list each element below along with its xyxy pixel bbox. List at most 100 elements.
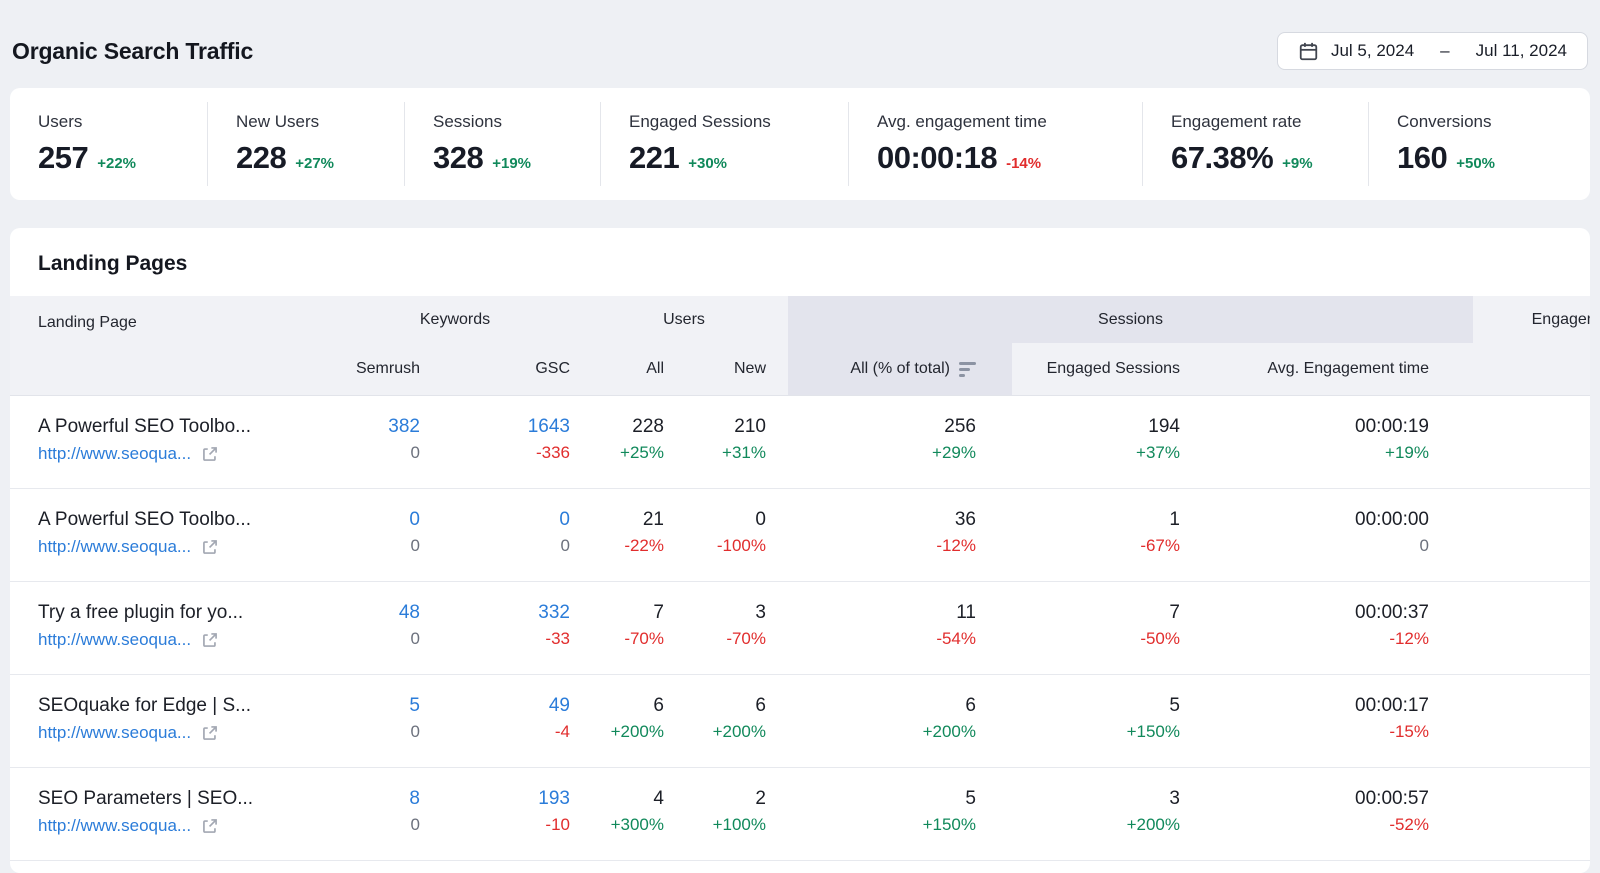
metric-cell: 49-4 — [430, 675, 580, 767]
landing-page-url[interactable]: http://www.seoqua... — [38, 719, 191, 746]
metric-cell: 00 — [430, 489, 580, 581]
table-row: A Powerful SEO Toolbo... http://www.seoq… — [10, 396, 1590, 489]
metric-cell: 50 — [330, 675, 430, 767]
external-link-icon[interactable] — [201, 817, 219, 835]
table-row: SEO Parameters | SEO... http://www.seoqu… — [10, 768, 1590, 861]
metric-value: 221 — [629, 140, 679, 176]
landing-page-url[interactable]: http://www.seoqua... — [38, 533, 191, 560]
external-link-icon[interactable] — [201, 445, 219, 463]
metric-cell: 7-70% — [580, 582, 672, 674]
metrics-bar: Users 257+22% New Users 228+27% Sessions… — [10, 88, 1590, 200]
external-link-icon[interactable] — [201, 538, 219, 556]
metric-cell: 2+100% — [672, 768, 788, 860]
metric-label: Users — [38, 112, 207, 132]
metric-engagement-rate: Engagement rate 67.38%+9% — [1143, 88, 1368, 200]
metric-cell: 480 — [330, 582, 430, 674]
landing-page-cell: A Powerful SEO Toolbo... http://www.seoq… — [10, 396, 330, 488]
metric-cell: 00:00:19+19% — [1195, 396, 1473, 488]
metric-label: Engaged Sessions — [629, 112, 848, 132]
column-header-semrush[interactable]: Semrush — [330, 343, 430, 395]
column-group-users: Users — [580, 296, 788, 343]
column-group-landing-page: Landing Page — [10, 296, 330, 343]
metric-label: Sessions — [433, 112, 600, 132]
metric-engaged-sessions: Engaged Sessions 221 +30% — [601, 88, 848, 200]
metric-avg-engagement-time: Avg. engagement time 00:00:18 -14% — [849, 88, 1142, 200]
metric-cell: 3-70% — [672, 582, 788, 674]
metric-cell: 36-12% — [788, 489, 1012, 581]
metric-delta: +30% — [688, 155, 727, 172]
column-header-gsc[interactable]: GSC — [430, 343, 580, 395]
metric-cell: 193-10 — [430, 768, 580, 860]
sort-descending-icon — [959, 362, 976, 377]
column-header-spacer — [10, 343, 330, 395]
metric-cell-clipped — [1473, 489, 1590, 581]
column-group-keywords: Keywords — [330, 296, 580, 343]
date-start: Jul 5, 2024 — [1331, 41, 1414, 61]
metric-cell: 1-67% — [1012, 489, 1195, 581]
metric-value: 328 — [433, 140, 483, 176]
landing-page-title: A Powerful SEO Toolbo... — [38, 413, 330, 440]
column-header-engaged-sessions[interactable]: Engaged Sessions — [1012, 343, 1195, 395]
metric-cell: 00:00:17-15% — [1195, 675, 1473, 767]
landing-page-cell: Try a free plugin for yo... http://www.s… — [10, 582, 330, 674]
metric-cell: 80 — [330, 768, 430, 860]
metric-cell: 00:00:57-52% — [1195, 768, 1473, 860]
metric-label: Avg. engagement time — [877, 112, 1142, 132]
column-header-engagement-rate — [1473, 343, 1590, 395]
landing-pages-card: Landing Pages Landing Page Keywords User… — [10, 228, 1590, 873]
landing-page-url[interactable]: http://www.seoqua... — [38, 812, 191, 839]
table-row: SEOquake for Edge | S... http://www.seoq… — [10, 675, 1590, 768]
metric-cell: 6+200% — [788, 675, 1012, 767]
landing-page-cell: SEO Parameters | SEO... http://www.seoqu… — [10, 768, 330, 860]
metric-cell: 11-54% — [788, 582, 1012, 674]
landing-page-url[interactable]: http://www.seoqua... — [38, 440, 191, 467]
column-header-avg-engagement-time[interactable]: Avg. Engagement time — [1195, 343, 1473, 395]
metric-value: 228 — [236, 140, 286, 176]
table-row: Try a free plugin for yo... http://www.s… — [10, 582, 1590, 675]
external-link-icon[interactable] — [201, 724, 219, 742]
column-group-sessions: Sessions — [788, 296, 1473, 343]
metric-cell: 7-50% — [1012, 582, 1195, 674]
metric-cell: 210+31% — [672, 396, 788, 488]
metric-label: Conversions — [1397, 112, 1590, 132]
page-title: Organic Search Traffic — [12, 38, 253, 65]
external-link-icon[interactable] — [201, 631, 219, 649]
column-header-sessions-all[interactable]: All (% of total) — [788, 343, 1012, 395]
metric-cell: 6+200% — [672, 675, 788, 767]
metric-conversions: Conversions 160 +50% — [1369, 88, 1590, 200]
metric-delta: +50% — [1456, 155, 1495, 172]
landing-pages-table: Landing Page Keywords Users Sessions Eng… — [10, 296, 1590, 861]
metric-cell: 256+29% — [788, 396, 1012, 488]
landing-page-title: SEO Parameters | SEO... — [38, 785, 330, 812]
metric-delta: -14% — [1006, 155, 1041, 172]
metric-value: 160 — [1397, 140, 1447, 176]
metric-cell: 1643-336 — [430, 396, 580, 488]
metric-cell: 6+200% — [580, 675, 672, 767]
table-row: A Powerful SEO Toolbo... http://www.seoq… — [10, 489, 1590, 582]
column-header-users-all[interactable]: All — [580, 343, 672, 395]
date-separator: – — [1426, 41, 1463, 61]
metric-sessions: Sessions 328 +19% — [405, 88, 600, 200]
column-header-label: All (% of total) — [850, 360, 950, 378]
landing-pages-title: Landing Pages — [10, 246, 1590, 296]
metric-delta: +19% — [492, 155, 531, 172]
metric-cell-clipped — [1473, 396, 1590, 488]
metric-value: 67.38% — [1171, 140, 1273, 176]
table-body: A Powerful SEO Toolbo... http://www.seoq… — [10, 396, 1590, 861]
date-range-picker[interactable]: Jul 5, 2024 – Jul 11, 2024 — [1277, 32, 1588, 70]
metric-cell: 00 — [330, 489, 430, 581]
metric-cell: 228+25% — [580, 396, 672, 488]
landing-page-url[interactable]: http://www.seoqua... — [38, 626, 191, 653]
metric-delta: +9% — [1282, 155, 1312, 172]
metric-value: 00:00:18 — [877, 140, 997, 176]
metric-cell: 00:00:37-12% — [1195, 582, 1473, 674]
metric-value: 257 — [38, 140, 88, 176]
column-header-users-new[interactable]: New — [672, 343, 788, 395]
metric-cell: 00:00:000 — [1195, 489, 1473, 581]
metric-cell: 194+37% — [1012, 396, 1195, 488]
metric-cell: 3+200% — [1012, 768, 1195, 860]
metric-cell: 332-33 — [430, 582, 580, 674]
metric-label: New Users — [236, 112, 404, 132]
metric-cell: 21-22% — [580, 489, 672, 581]
metric-delta: +22% — [97, 155, 136, 172]
